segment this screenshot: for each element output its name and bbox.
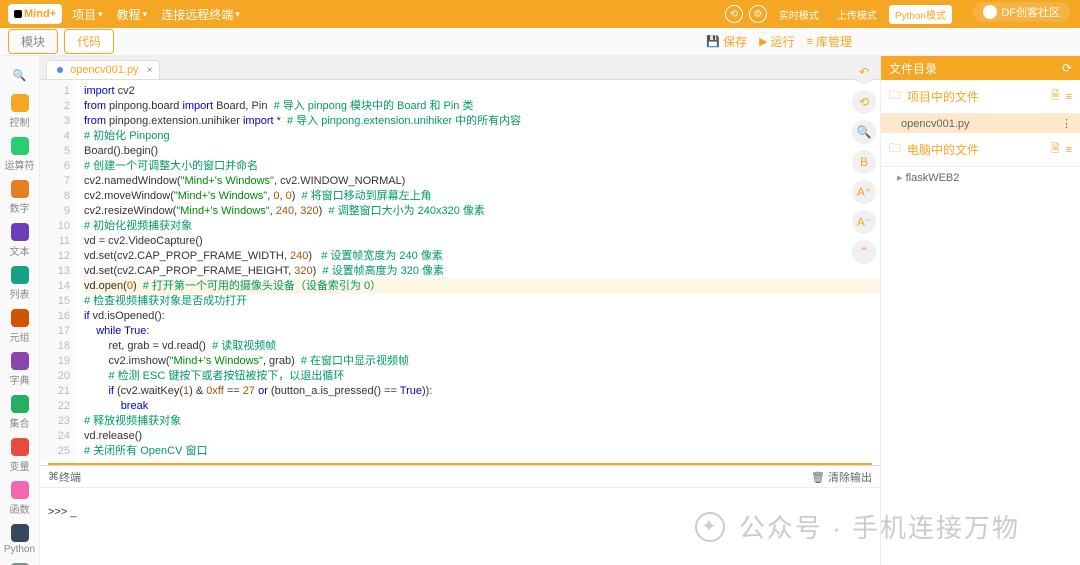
top-bar: Mind+ 项目 教程 连接远程终端 ⟲ ⚙ 实时模式 上传模式 Python模… [0, 0, 1080, 28]
watermark: ✦ 公众号 · 手机连接万物 [695, 508, 1020, 545]
file-tab[interactable]: opencv001.py × [46, 60, 160, 79]
nav-item-11[interactable]: Python [0, 520, 39, 559]
nav-item-1[interactable]: 控制 [0, 90, 39, 133]
menu-tutorial[interactable]: 教程 [117, 6, 148, 23]
nav-item-12[interactable]: 行空板 [0, 559, 39, 565]
folder-item[interactable]: flaskWEB2 [881, 167, 1080, 188]
nav-item-10[interactable]: 函数 [0, 477, 39, 520]
logo: Mind+ [8, 4, 62, 24]
clear-output-button[interactable]: 🗑 清除输出 [811, 469, 872, 485]
folder-icon: 🗀 [889, 139, 901, 160]
menu-project[interactable]: 项目 [72, 6, 103, 23]
nav-item-3[interactable]: 数字 [0, 176, 39, 219]
more-icon[interactable]: ⋮ [1061, 117, 1072, 130]
nav-item-8[interactable]: 集合 [0, 391, 39, 434]
left-nav: 🔍控制运算符数字文本列表元组字典集合变量函数Python行空板▦ [0, 56, 40, 565]
mode-realtime[interactable]: 实时模式 [773, 5, 825, 24]
file-tabs: opencv001.py × [40, 56, 880, 80]
editor-btn-6[interactable]: ⌃ [852, 240, 876, 264]
tab-code[interactable]: 代码 [64, 29, 114, 54]
nav-item-9[interactable]: 变量 [0, 434, 39, 477]
nav-item-7[interactable]: 字典 [0, 348, 39, 391]
editor-btn-0[interactable]: ↶ [852, 80, 876, 84]
file-directory-panel: 文件目录 ⟳ 🗀 项目中的文件 🗎 ≡ opencv001.py⋮ 🗀 电脑中的… [880, 56, 1080, 565]
editor-btn-3[interactable]: B [852, 150, 876, 174]
mode-python[interactable]: Python模式 [889, 5, 952, 24]
terminal-title: 终端 [59, 469, 81, 485]
new-file-icon[interactable]: 🗎 [1051, 87, 1060, 106]
tab-block[interactable]: 模块 [8, 29, 58, 54]
close-icon[interactable]: × [147, 65, 153, 76]
computer-files-section[interactable]: 🗀 电脑中的文件 🗎 ≡ [881, 133, 1080, 167]
settings-icon[interactable]: ⚙ [749, 5, 767, 23]
lib-button[interactable]: ≡库管理 [807, 33, 852, 50]
editor-btn-1[interactable]: ⟲ [852, 90, 876, 114]
folder-icon: 🗀 [889, 86, 901, 107]
list-icon[interactable]: ≡ [1066, 144, 1072, 156]
toolbar: 模块 代码 💾保存 ▶运行 ≡库管理 [0, 28, 1080, 56]
save-button[interactable]: 💾保存 [706, 33, 747, 50]
community-badge[interactable]: DF创客社区 [973, 2, 1070, 22]
new-file-icon[interactable]: 🗎 [1051, 140, 1060, 159]
editor-btn-4[interactable]: A⁺ [852, 180, 876, 204]
nav-item-2[interactable]: 运算符 [0, 133, 39, 176]
list-icon[interactable]: ≡ [1066, 91, 1072, 103]
terminal-icon: ⌘ [48, 470, 59, 483]
file-item[interactable]: opencv001.py⋮ [881, 114, 1080, 133]
nav-item-6[interactable]: 元组 [0, 305, 39, 348]
nav-item-5[interactable]: 列表 [0, 262, 39, 305]
nav-item-0[interactable]: 🔍 [0, 62, 39, 90]
wechat-icon: ✦ [695, 512, 725, 542]
modified-dot-icon [57, 67, 63, 73]
project-files-section[interactable]: 🗀 项目中的文件 🗎 ≡ [881, 80, 1080, 114]
editor-side-buttons: ↶ ⟲ 🔍 B A⁺ A⁻ ⌃ [852, 80, 876, 270]
refresh-icon[interactable]: ⟳ [1062, 61, 1072, 75]
menu-connect[interactable]: 连接远程终端 [161, 6, 240, 23]
panel-title: 文件目录 [889, 60, 937, 77]
nav-item-4[interactable]: 文本 [0, 219, 39, 262]
run-button[interactable]: ▶运行 [759, 33, 794, 50]
editor-btn-2[interactable]: 🔍 [852, 120, 876, 144]
code-editor[interactable]: 1234567891011121314151617181920212223242… [40, 80, 880, 461]
mode-upload[interactable]: 上传模式 [831, 5, 883, 24]
editor-btn-5[interactable]: A⁻ [852, 210, 876, 234]
save-icon[interactable]: ⟲ [725, 5, 743, 23]
